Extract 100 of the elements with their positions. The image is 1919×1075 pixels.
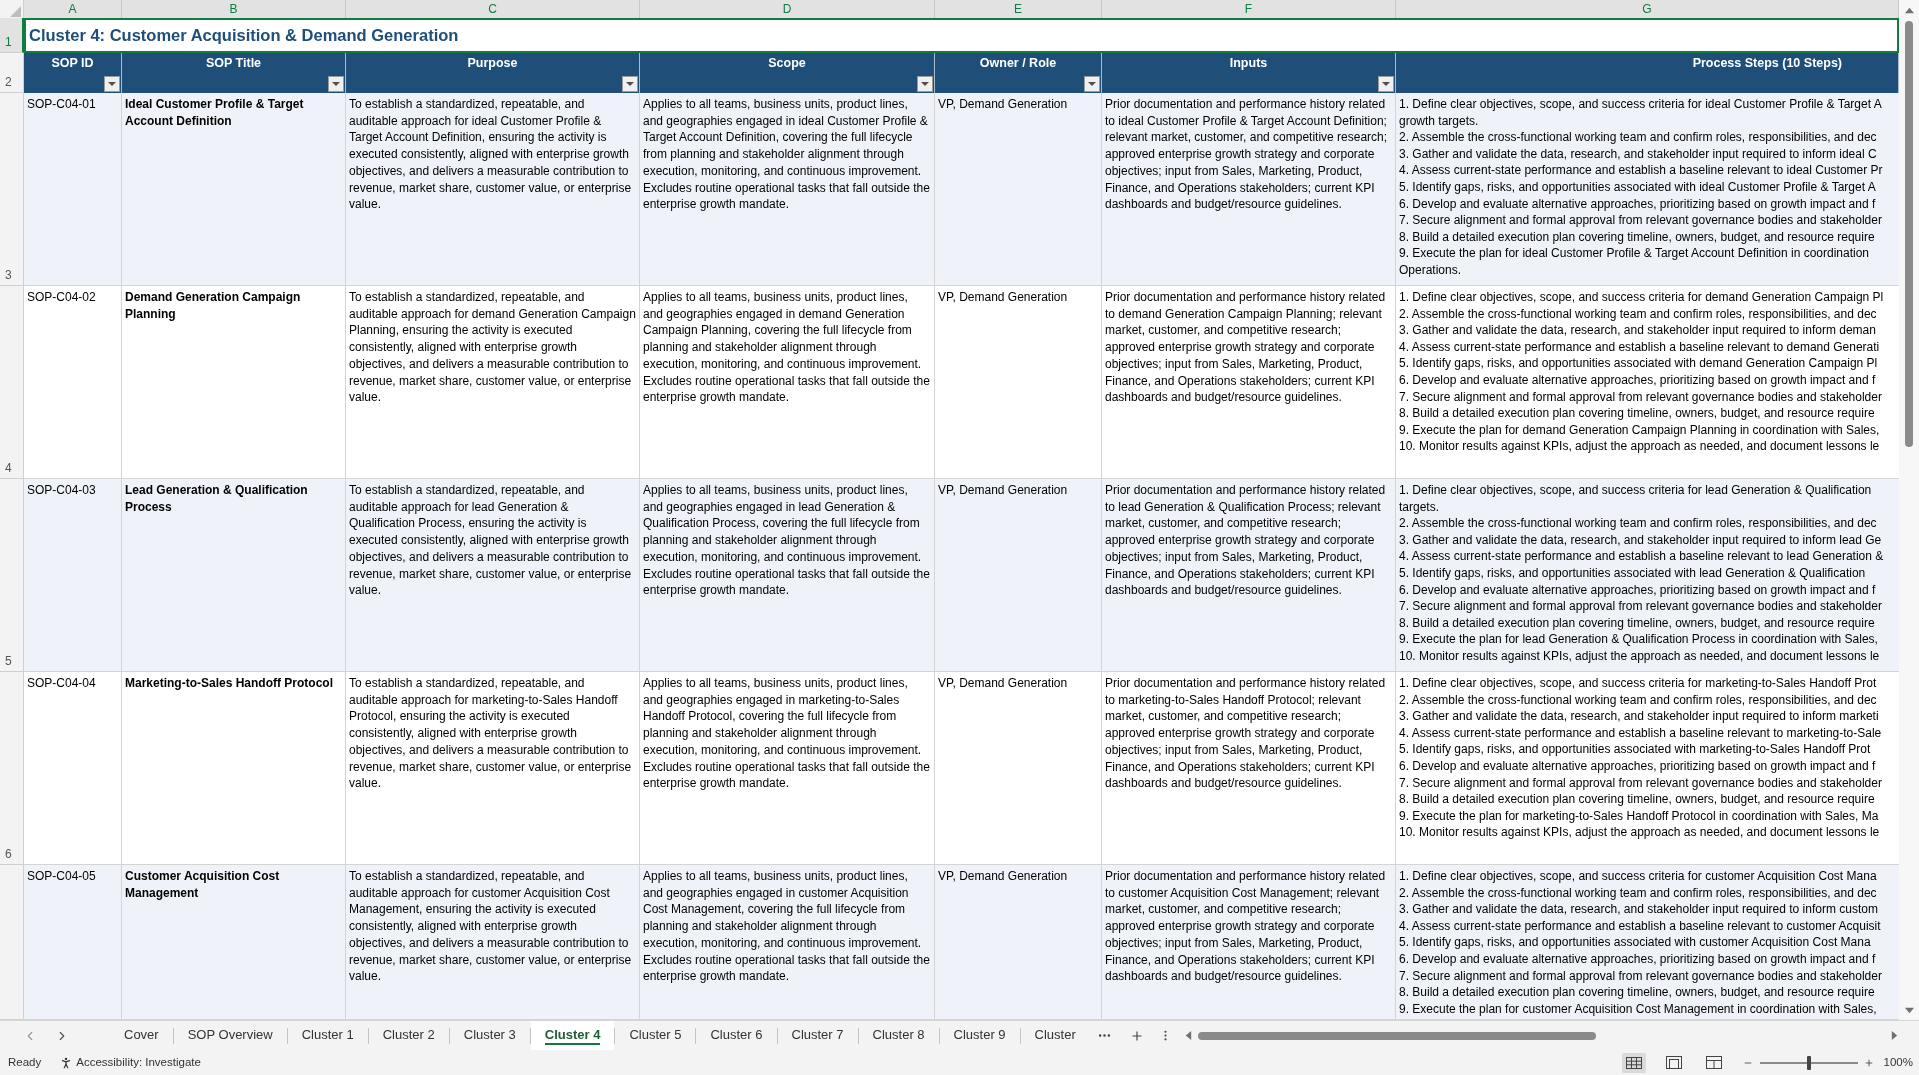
column-header[interactable]: D xyxy=(640,0,935,20)
process-step: 5. Identify gaps, risks, and opportunities associated with demand Generation Campaign Pl xyxy=(1399,355,1878,372)
process-step: 10. Monitor results against KPIs, adjust the approach as needed, and document lessons le xyxy=(1399,824,1880,841)
triangle-icon xyxy=(10,6,21,17)
row-header[interactable]: 1 xyxy=(0,18,24,53)
sheet-tab[interactable]: Cluster 3 xyxy=(449,1021,530,1050)
process-step: 4. Assess current-state performance and establish a baseline relevant to customer Acquisit xyxy=(1399,917,1881,935)
process-step: 2. Assemble the cross-functional working team and confirm roles, responsibilities, and dec xyxy=(1399,691,1877,709)
process-step: 10. Monitor results against KPIs, adjust the approach as needed, and document lessons le xyxy=(1399,438,1880,455)
row-header[interactable]: 3 xyxy=(0,93,24,286)
caret-icon xyxy=(921,82,929,86)
column-title: Owner / Role xyxy=(979,56,1057,71)
sheet-tab[interactable]: Cluster 7 xyxy=(777,1021,858,1050)
process-step: 4. Assess current-state performance and establish a baseline relevant to lead Generation & xyxy=(1399,548,1884,565)
scrollbar-thumb[interactable] xyxy=(1905,21,1913,447)
process-step: 2. Assemble the cross-functional working team and confirm roles, responsibilities, and dec xyxy=(1399,884,1877,902)
sheet-tab[interactable]: Cluster 1 xyxy=(287,1021,368,1050)
sheet-tab[interactable]: Cluster 9 xyxy=(939,1021,1020,1050)
column-header[interactable]: F xyxy=(1102,0,1396,20)
sheet-tab[interactable]: Cover xyxy=(110,1021,173,1050)
zoom-level: 100% xyxy=(1883,1054,1913,1070)
process-step: 5. Identify gaps, risks, and opportunities associated with marketing-to-Sales Handoff Prot xyxy=(1399,741,1871,758)
process-step: 9. Execute the plan for customer Acquisition Cost Management in coordination with Sales, xyxy=(1399,1000,1877,1018)
sheet-tab[interactable]: Cluster 2 xyxy=(368,1021,449,1050)
process-step: 5. Identify gaps, risks, and opportunities associated with lead Generation & Qualification xyxy=(1399,564,1866,582)
process-step: 4. Assess current-state performance and establish a baseline relevant to ideal Customer Pr xyxy=(1399,162,1883,179)
row-header[interactable]: 6 xyxy=(0,672,24,865)
column-header[interactable]: E xyxy=(935,0,1102,20)
process-step: Operations. xyxy=(1399,261,1462,279)
sheet-title: Cluster 4: Customer Acquisition & Demand Generation xyxy=(24,18,1899,53)
process-step: 10. Monitor results against KPIs, adjust the approach as needed, and document lessons le xyxy=(1399,647,1880,665)
process-step: 8. Build a detailed execution plan covering timeline, owners, budget, and resource require xyxy=(1399,791,1875,808)
triangle-right-icon xyxy=(1889,1031,1899,1040)
process-step: 3. Gather and validate the data, research, and stakeholder input required to inform marketi xyxy=(1399,708,1879,725)
process-step: targets. xyxy=(1399,498,1440,516)
process-step: 6. Develop and evaluate alternative approaches, prioritizing based on growth impact and f xyxy=(1399,195,1876,213)
process-step: 5. Identify gaps, risks, and opportunities associated with ideal Customer Profile & Target A xyxy=(1399,178,1876,196)
process-step: 1. Define clear objectives, scope, and success criteria for demand Generation Campaign Pl xyxy=(1399,289,1884,306)
filter-button[interactable] xyxy=(1378,76,1394,92)
column-title: SOP ID xyxy=(51,56,94,71)
process-step: 6. Develop and evaluate alternative approaches, prioritizing based on growth impact and f xyxy=(1399,757,1876,775)
process-step: 9. Execute the plan for ideal Customer Profile & Target Account Definition in coordination xyxy=(1399,245,1870,262)
filter-button[interactable] xyxy=(917,76,933,92)
sheet-tab[interactable]: Cluster 4 xyxy=(530,1021,615,1050)
filter-button[interactable] xyxy=(328,76,344,92)
sheet-tab[interactable]: Cluster 8 xyxy=(858,1021,939,1050)
accessibility-button[interactable]: Accessibility: Investigate xyxy=(59,1053,201,1072)
grid-icon xyxy=(1625,1056,1642,1069)
process-step: 3. Gather and validate the data, research, and stakeholder input required to inform custom xyxy=(1399,901,1878,918)
caret-icon xyxy=(1382,82,1390,86)
normal-view-button[interactable] xyxy=(1621,1052,1646,1073)
plus-icon xyxy=(1863,1057,1874,1068)
filter-button[interactable] xyxy=(1084,76,1100,92)
process-step: 8. Build a detailed execution plan covering timeline, owners, budget, and resource require xyxy=(1399,614,1875,632)
process-step: 6. Develop and evaluate alternative approaches, prioritizing based on growth impact and f xyxy=(1399,581,1876,599)
sheet-tab[interactable]: SOP Overview xyxy=(173,1021,287,1050)
column-header[interactable]: G xyxy=(1396,0,1899,20)
process-step: 2. Assemble the cross-functional working team and confirm roles, responsibilities, and dec xyxy=(1399,515,1877,532)
status-text: Ready xyxy=(8,1054,42,1070)
caret-icon xyxy=(108,82,116,86)
process-step: 2. Assemble the cross-functional working team and confirm roles, responsibilities, and dec xyxy=(1399,129,1877,146)
process-step: 5. Identify gaps, risks, and opportunities associated with customer Acquisition Cost Mana xyxy=(1399,934,1871,951)
filter-button[interactable] xyxy=(622,76,638,92)
sheet-tab[interactable]: Cluster 5 xyxy=(615,1021,696,1050)
process-step: 7. Secure alignment and formal approval from relevant governance bodies and stakeholder xyxy=(1399,212,1882,229)
process-step: 3. Gather and validate the data, research, and stakeholder input required to inform lead Ge xyxy=(1399,531,1882,549)
process-step: 7. Secure alignment and formal approval from relevant governance bodies and stakeholder xyxy=(1399,388,1882,406)
caret-icon xyxy=(332,82,340,86)
row-header[interactable]: 2 xyxy=(0,53,24,93)
split-page-icon xyxy=(1705,1056,1722,1069)
process-step: growth targets. xyxy=(1399,112,1479,130)
caret-icon xyxy=(1088,82,1096,86)
column-header[interactable]: B xyxy=(122,0,346,20)
plus-icon xyxy=(1129,1028,1144,1043)
triangle-left-icon xyxy=(1184,1031,1194,1040)
process-step: 3. Gather and validate the data, research, and stakeholder input required to inform deman xyxy=(1399,322,1876,339)
process-step: 6. Develop and evaluate alternative approaches, prioritizing based on growth impact and f xyxy=(1399,371,1876,389)
column-header[interactable]: C xyxy=(346,0,640,20)
process-step: 9. Execute the plan for demand Generation Campaign Planning in coordination with Sales, xyxy=(1399,421,1880,439)
process-step: 8. Build a detailed execution plan covering timeline, owners, budget, and resource require xyxy=(1399,228,1875,246)
process-step: 9. Execute the plan for lead Generation & Qualification Process in coordination with Sales, xyxy=(1399,631,1878,648)
process-step: 2. Assemble the cross-functional working team and confirm roles, responsibilities, and dec xyxy=(1399,305,1877,323)
row-header[interactable]: 4 xyxy=(0,286,24,479)
slider-thumb[interactable] xyxy=(1806,1055,1811,1070)
sheet-tab[interactable]: Cluster xyxy=(1020,1021,1090,1050)
process-step: 3. Gather and validate the data, research, and stakeholder input required to inform ideal C xyxy=(1399,145,1877,163)
row-header[interactable]: 5 xyxy=(0,479,24,672)
scrollbar-thumb[interactable] xyxy=(1197,1031,1596,1040)
column-title: Scope xyxy=(768,56,806,71)
process-step: 7. Secure alignment and formal approval from relevant governance bodies and stakeholder xyxy=(1399,598,1882,615)
sheet-tab[interactable]: Cluster 6 xyxy=(696,1021,777,1050)
triangle-down-icon xyxy=(1904,1005,1914,1015)
process-step: 4. Assess current-state performance and establish a baseline relevant to marketing-to-Sale xyxy=(1399,724,1882,742)
process-step: 1. Define clear objectives, scope, and success criteria for ideal Customer Profile & Target A xyxy=(1399,96,1882,113)
column-title: SOP Title xyxy=(205,56,262,71)
column-header[interactable]: A xyxy=(24,0,122,20)
process-step: 1. Define clear objectives, scope, and success criteria for lead Generation & Qualification xyxy=(1399,482,1872,499)
filter-button[interactable] xyxy=(104,76,120,92)
triangle-up-icon xyxy=(1904,5,1914,15)
process-step: 7. Secure alignment and formal approval from relevant governance bodies and stakeholder xyxy=(1399,967,1882,985)
